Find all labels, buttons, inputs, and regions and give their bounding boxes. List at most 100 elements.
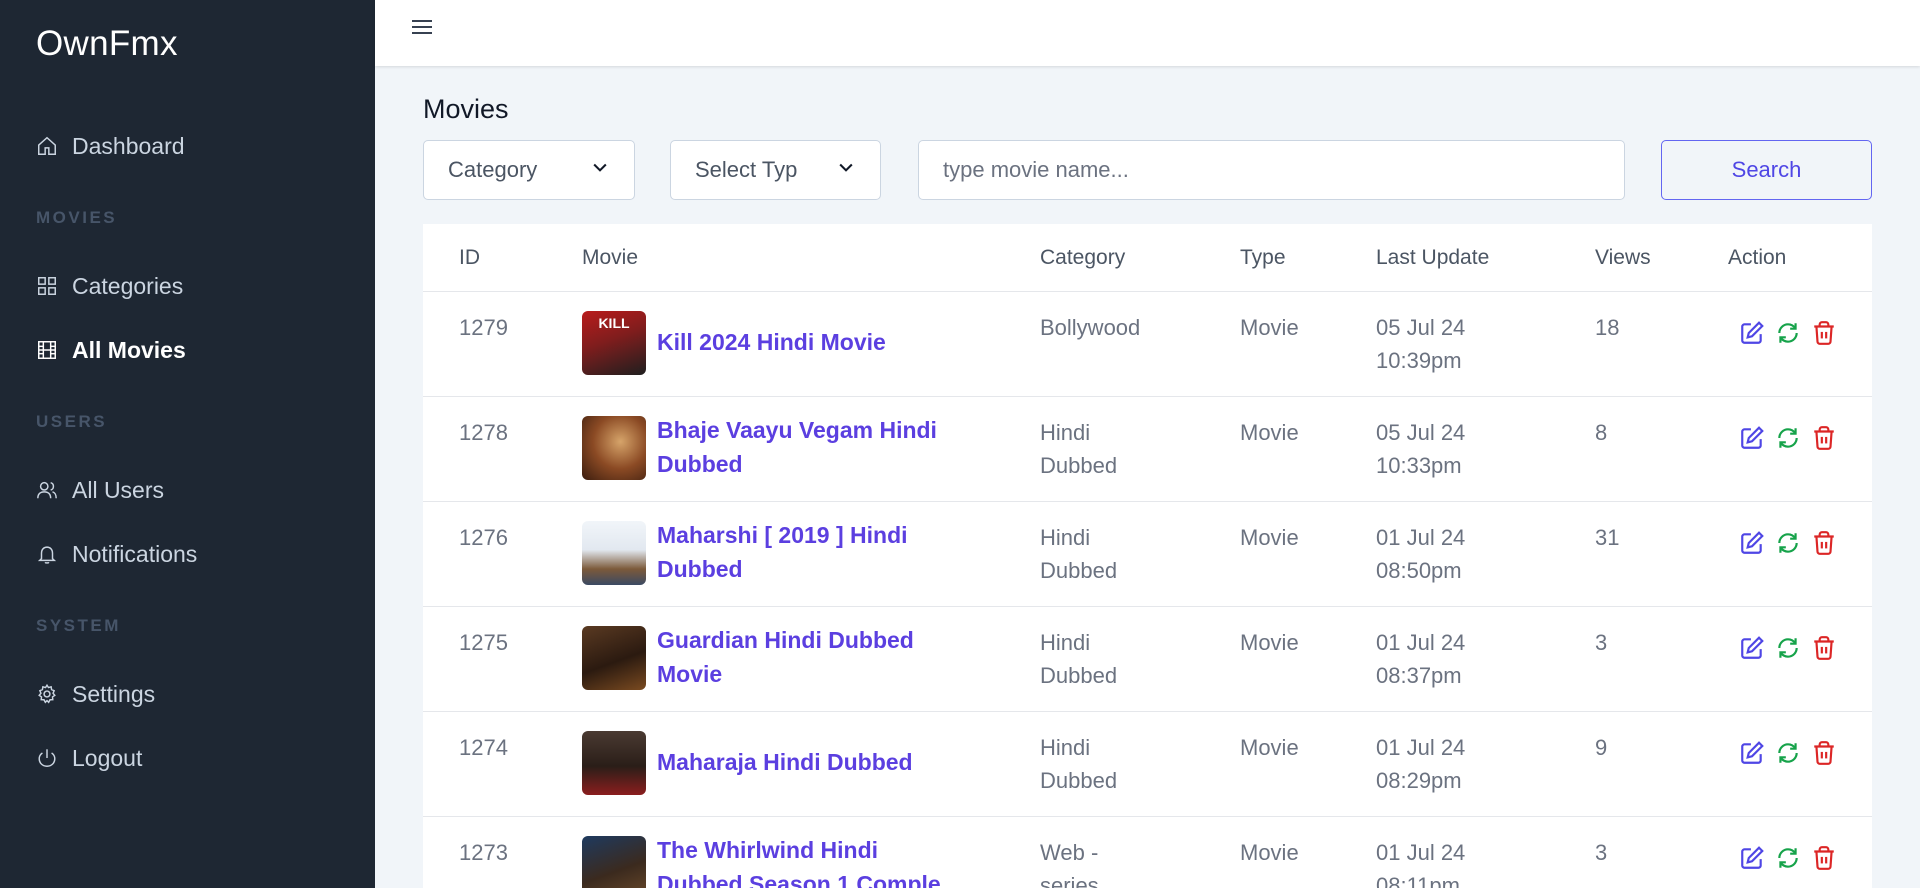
movie-title-link[interactable]: Maharaja Hindi Dubbed bbox=[657, 745, 957, 779]
cell-views: 3 bbox=[1595, 630, 1608, 655]
sidebar: OwnFmx Dashboard MOVIES Categories All M… bbox=[0, 0, 375, 888]
cell-type: Movie bbox=[1240, 735, 1299, 760]
cell-views: 31 bbox=[1595, 525, 1620, 550]
movie-poster[interactable] bbox=[582, 626, 646, 690]
row-actions bbox=[1739, 425, 1837, 451]
cell-id: 1278 bbox=[459, 420, 508, 445]
sync-icon[interactable] bbox=[1775, 320, 1801, 346]
table-header: ID Movie Category Type Last Update Views… bbox=[423, 224, 1872, 292]
movie-title-link[interactable]: The Whirlwind Hindi Dubbed Season 1 Comp… bbox=[657, 833, 957, 888]
trash-icon[interactable] bbox=[1811, 320, 1837, 346]
edit-icon[interactable] bbox=[1739, 635, 1765, 661]
cell-time: 10:39pm bbox=[1376, 348, 1462, 373]
cell-date: 05 Jul 24 bbox=[1376, 315, 1466, 340]
movie-title-link[interactable]: Kill 2024 Hindi Movie bbox=[657, 325, 957, 359]
movie-poster[interactable] bbox=[582, 521, 646, 585]
edit-icon[interactable] bbox=[1739, 530, 1765, 556]
section-movies: MOVIES bbox=[36, 208, 118, 227]
nav-all-users[interactable]: All Users bbox=[36, 470, 164, 510]
edit-icon[interactable] bbox=[1739, 320, 1765, 346]
nav-categories[interactable]: Categories bbox=[36, 266, 183, 306]
cell-date: 01 Jul 24 bbox=[1376, 525, 1466, 550]
cell-type: Movie bbox=[1240, 525, 1299, 550]
nav-all-movies-label: All Movies bbox=[72, 336, 186, 363]
nav-all-movies[interactable]: All Movies bbox=[36, 330, 186, 370]
chevron-down-icon bbox=[836, 157, 856, 183]
brand-logo[interactable]: OwnFmx bbox=[36, 24, 178, 64]
search-button[interactable]: Search bbox=[1661, 140, 1872, 200]
header-category: Category bbox=[1040, 246, 1126, 269]
row-actions bbox=[1739, 740, 1837, 766]
sync-icon[interactable] bbox=[1775, 740, 1801, 766]
table-row: 1275 Guardian Hindi Dubbed Movie Hindi D… bbox=[423, 607, 1872, 712]
row-actions bbox=[1739, 845, 1837, 871]
home-icon bbox=[36, 135, 58, 157]
table-row: 1273 The Whirlwind Hindi Dubbed Season 1… bbox=[423, 817, 1872, 888]
nav-notifications[interactable]: Notifications bbox=[36, 534, 197, 574]
cell-time: 08:29pm bbox=[1376, 768, 1462, 793]
movies-table: ID Movie Category Type Last Update Views… bbox=[423, 224, 1872, 888]
category-select[interactable]: Category bbox=[423, 140, 635, 200]
cell-time: 08:37pm bbox=[1376, 663, 1462, 688]
movie-poster[interactable] bbox=[582, 731, 646, 795]
cell-id: 1273 bbox=[459, 840, 508, 865]
bell-icon bbox=[36, 543, 58, 565]
header-last-update: Last Update bbox=[1376, 246, 1490, 269]
users-icon bbox=[36, 479, 58, 501]
type-select[interactable]: Select Typ bbox=[670, 140, 881, 200]
movie-title-link[interactable]: Bhaje Vaayu Vegam Hindi Dubbed bbox=[657, 413, 957, 481]
film-icon bbox=[36, 339, 58, 361]
nav-notifications-label: Notifications bbox=[72, 540, 198, 567]
trash-icon[interactable] bbox=[1811, 740, 1837, 766]
cell-category: Hindi Dubbed bbox=[1040, 735, 1118, 793]
nav-categories-label: Categories bbox=[72, 272, 184, 299]
movie-poster[interactable] bbox=[582, 416, 646, 480]
search-input[interactable] bbox=[918, 140, 1625, 200]
trash-icon[interactable] bbox=[1811, 530, 1837, 556]
row-actions bbox=[1739, 635, 1837, 661]
cell-views: 3 bbox=[1595, 840, 1608, 865]
table-row: 1274 Maharaja Hindi Dubbed Hindi Dubbed … bbox=[423, 712, 1872, 817]
movie-title-link[interactable]: Maharshi [ 2019 ] Hindi Dubbed bbox=[657, 518, 957, 586]
cell-category: Hindi Dubbed bbox=[1040, 525, 1118, 583]
edit-icon[interactable] bbox=[1739, 845, 1765, 871]
trash-icon[interactable] bbox=[1811, 635, 1837, 661]
sync-icon[interactable] bbox=[1775, 845, 1801, 871]
edit-icon[interactable] bbox=[1739, 740, 1765, 766]
header-views: Views bbox=[1595, 246, 1651, 269]
category-select-value: Category bbox=[448, 157, 538, 182]
edit-icon[interactable] bbox=[1739, 425, 1765, 451]
chevron-down-icon bbox=[590, 157, 610, 183]
menu-icon[interactable] bbox=[412, 17, 436, 37]
cell-date: 05 Jul 24 bbox=[1376, 420, 1466, 445]
nav-all-users-label: All Users bbox=[72, 476, 165, 503]
section-system: SYSTEM bbox=[36, 616, 121, 635]
nav-logout[interactable]: Logout bbox=[36, 738, 142, 778]
nav-logout-label: Logout bbox=[72, 744, 143, 771]
gear-icon bbox=[36, 683, 58, 705]
header-id: ID bbox=[459, 246, 480, 269]
cell-category: Web - series bbox=[1040, 840, 1099, 888]
cell-views: 18 bbox=[1595, 315, 1620, 340]
trash-icon[interactable] bbox=[1811, 845, 1837, 871]
movie-poster[interactable] bbox=[582, 836, 646, 888]
movie-title-link[interactable]: Guardian Hindi Dubbed Movie bbox=[657, 623, 957, 691]
row-actions bbox=[1739, 320, 1837, 346]
cell-date: 01 Jul 24 bbox=[1376, 735, 1466, 760]
topbar bbox=[375, 0, 1920, 66]
table-row: 1279 KILL Kill 2024 Hindi Movie Bollywoo… bbox=[423, 292, 1872, 397]
movie-poster[interactable]: KILL bbox=[582, 311, 646, 375]
header-action: Action bbox=[1728, 246, 1787, 269]
trash-icon[interactable] bbox=[1811, 425, 1837, 451]
type-select-value: Select Typ bbox=[695, 157, 798, 182]
sync-icon[interactable] bbox=[1775, 425, 1801, 451]
cell-date: 01 Jul 24 bbox=[1376, 840, 1466, 865]
nav-settings[interactable]: Settings bbox=[36, 674, 155, 714]
sync-icon[interactable] bbox=[1775, 530, 1801, 556]
sync-icon[interactable] bbox=[1775, 635, 1801, 661]
cell-type: Movie bbox=[1240, 630, 1299, 655]
cell-time: 10:33pm bbox=[1376, 453, 1462, 478]
cell-id: 1274 bbox=[459, 735, 508, 760]
nav-dashboard[interactable]: Dashboard bbox=[36, 126, 185, 166]
cell-date: 01 Jul 24 bbox=[1376, 630, 1466, 655]
